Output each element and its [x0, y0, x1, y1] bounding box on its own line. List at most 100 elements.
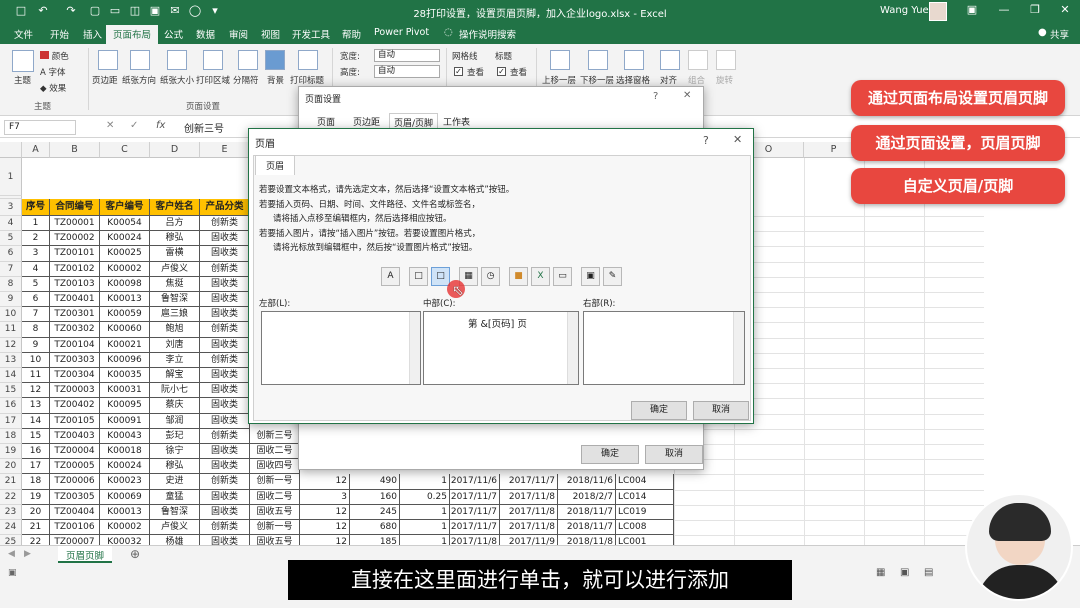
table-cell[interactable]: TZ00004: [50, 444, 100, 460]
group-icon[interactable]: [688, 50, 708, 70]
effects-button[interactable]: ◆ 效果: [40, 82, 66, 94]
margins-icon[interactable]: [98, 50, 118, 70]
tab-6[interactable]: 审阅: [229, 27, 248, 41]
row-header[interactable]: 20: [0, 459, 22, 475]
table-cell[interactable]: 1: [400, 504, 450, 520]
table-cell[interactable]: TZ00006: [50, 474, 100, 490]
selection-pane-icon[interactable]: [624, 50, 644, 70]
table-cell[interactable]: 2018/11/6: [558, 474, 616, 490]
tab-10[interactable]: Power Pivot: [374, 27, 429, 38]
tab-11[interactable]: 操作说明搜索: [459, 27, 516, 41]
table-cell[interactable]: 12: [300, 504, 350, 520]
table-cell[interactable]: 16: [22, 444, 50, 460]
table-cell[interactable]: K00002: [100, 520, 150, 536]
scroll-right-icon[interactable]: ▶: [24, 549, 31, 559]
table-cell[interactable]: K00054: [100, 216, 150, 232]
row-header[interactable]: 18: [0, 428, 22, 444]
table-cell[interactable]: 固收二号: [250, 489, 300, 505]
avatar[interactable]: [929, 2, 947, 21]
share-button[interactable]: 共享: [1050, 27, 1069, 41]
table-cell[interactable]: 邹润: [150, 413, 200, 429]
table-cell[interactable]: 卢俊义: [150, 261, 200, 277]
table-cell[interactable]: K00043: [100, 428, 150, 444]
rotate-icon[interactable]: [716, 50, 736, 70]
row-header[interactable]: 23: [0, 504, 22, 520]
tab-2[interactable]: 插入: [83, 27, 102, 41]
table-cell[interactable]: 3: [22, 246, 50, 262]
table-cell[interactable]: 固收类: [200, 504, 250, 520]
table-cell[interactable]: 2018/11/7: [558, 504, 616, 520]
table-cell[interactable]: 2017/11/8: [500, 489, 558, 505]
insert-sheet-name-icon[interactable]: ▭: [553, 267, 572, 286]
table-cell[interactable]: TZ00105: [50, 413, 100, 429]
table-cell[interactable]: 创新类: [200, 520, 250, 536]
width-select[interactable]: 自动: [374, 49, 440, 62]
row-header[interactable]: 1: [0, 158, 22, 196]
add-sheet-icon[interactable]: ⊕: [130, 547, 140, 561]
table-cell[interactable]: TZ00302: [50, 322, 100, 338]
table-cell[interactable]: 创新一号: [250, 520, 300, 536]
table-cell[interactable]: LC019: [616, 504, 674, 520]
table-cell[interactable]: 固收二号: [250, 444, 300, 460]
close-icon[interactable]: ✕: [1055, 3, 1075, 19]
table-cell[interactable]: 7: [22, 307, 50, 323]
table-cell[interactable]: 彭玘: [150, 428, 200, 444]
background-icon[interactable]: [265, 50, 285, 70]
table-cell[interactable]: K00024: [100, 459, 150, 475]
table-cell[interactable]: K00024: [100, 231, 150, 247]
table-cell[interactable]: 创新三号: [250, 428, 300, 444]
table-cell[interactable]: 雷横: [150, 246, 200, 262]
table-cell[interactable]: K00021: [100, 337, 150, 353]
page-setup-cancel-button[interactable]: 取消: [645, 445, 703, 464]
scrollbar[interactable]: [567, 312, 578, 384]
table-cell[interactable]: 卢俊义: [150, 520, 200, 536]
row-header[interactable]: 24: [0, 520, 22, 536]
align-icon[interactable]: [660, 50, 680, 70]
tab-9[interactable]: 帮助: [342, 27, 361, 41]
table-cell[interactable]: K00025: [100, 246, 150, 262]
row-header[interactable]: 17: [0, 413, 22, 429]
insert-time-icon[interactable]: ◷: [481, 267, 500, 286]
table-cell[interactable]: 固收类: [200, 444, 250, 460]
table-cell[interactable]: TZ00304: [50, 368, 100, 384]
table-cell[interactable]: 创新一号: [250, 474, 300, 490]
table-cell[interactable]: 固收类: [200, 337, 250, 353]
row-header[interactable]: 15: [0, 383, 22, 399]
table-cell[interactable]: 2017/11/7: [500, 474, 558, 490]
table-cell[interactable]: 1: [22, 216, 50, 232]
rotate-button[interactable]: 旋转: [716, 74, 733, 86]
insert-page-count-icon[interactable]: □: [431, 267, 450, 286]
align-button[interactable]: 对齐: [660, 74, 677, 86]
table-cell[interactable]: 2017/11/7: [450, 504, 500, 520]
print-area-icon[interactable]: [203, 50, 223, 70]
table-cell[interactable]: 扈三娘: [150, 307, 200, 323]
row-header[interactable]: 11: [0, 322, 22, 338]
table-cell[interactable]: 刘唐: [150, 337, 200, 353]
table-cell[interactable]: 1: [400, 474, 450, 490]
table-cell[interactable]: K00069: [100, 489, 150, 505]
row-header[interactable]: 5: [0, 231, 22, 247]
format-picture-icon[interactable]: ✎: [603, 267, 622, 286]
table-cell[interactable]: 解宝: [150, 368, 200, 384]
table-cell[interactable]: 15: [22, 428, 50, 444]
table-cell[interactable]: 21: [22, 520, 50, 536]
tab-0[interactable]: 文件: [14, 27, 33, 41]
table-cell[interactable]: 徐宁: [150, 444, 200, 460]
normal-view-icon[interactable]: ▦: [876, 567, 885, 578]
row-header[interactable]: 19: [0, 444, 22, 460]
scroll-left-icon[interactable]: ◀: [8, 549, 15, 559]
row-header[interactable]: 21: [0, 474, 22, 490]
table-cell[interactable]: 12: [300, 520, 350, 536]
cancel-entry-icon[interactable]: ✕: [106, 120, 114, 131]
table-cell[interactable]: 鲁智深: [150, 292, 200, 308]
table-cell[interactable]: 0.25: [400, 489, 450, 505]
center-section-editor[interactable]: 第 &[页码] 页: [423, 311, 579, 385]
table-cell[interactable]: 固收类: [200, 413, 250, 429]
colors-button[interactable]: 颜色: [40, 50, 69, 62]
table-cell[interactable]: 阮小七: [150, 383, 200, 399]
table-cell[interactable]: TZ00002: [50, 231, 100, 247]
margins-button[interactable]: 页边距: [92, 74, 118, 86]
table-cell[interactable]: 固收类: [200, 307, 250, 323]
table-cell[interactable]: TZ00001: [50, 216, 100, 232]
table-cell[interactable]: 创新类: [200, 352, 250, 368]
